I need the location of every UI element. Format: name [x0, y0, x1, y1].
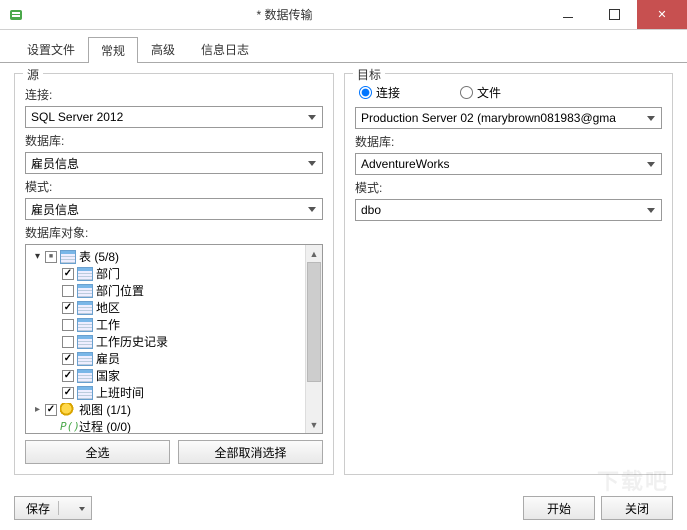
tab-advanced[interactable]: 高级	[138, 36, 188, 62]
table-icon	[77, 318, 93, 332]
table-icon	[77, 352, 93, 366]
tab-bar: 设置文件 常规 高级 信息日志	[0, 30, 687, 63]
table-icon	[77, 335, 93, 349]
source-connection-label: 连接:	[25, 86, 323, 103]
deselect-all-button[interactable]: 全部取消选择	[178, 440, 323, 464]
objects-tree: 表 (5/8) 部门 部门位置 地区 工作 工作历史记录 雇员 国家 上班时间 …	[25, 244, 323, 434]
expander-icon[interactable]	[32, 251, 43, 262]
tree-node-views[interactable]: 视图 (1/1)	[28, 401, 303, 418]
save-button[interactable]: 保存	[14, 496, 92, 520]
tree-node-table[interactable]: 部门位置	[28, 282, 303, 299]
checkbox[interactable]	[62, 285, 74, 297]
checkbox[interactable]	[62, 302, 74, 314]
tab-settings-file[interactable]: 设置文件	[14, 36, 88, 62]
target-schema-combo[interactable]: dbo	[355, 199, 662, 221]
checkbox[interactable]	[62, 268, 74, 280]
tree-node-tables[interactable]: 表 (5/8)	[28, 248, 303, 265]
checkbox[interactable]	[62, 336, 74, 348]
tree-scrollbar[interactable]	[305, 245, 322, 433]
source-database-label: 数据库:	[25, 132, 323, 149]
table-icon	[77, 301, 93, 315]
tree-node-procs[interactable]: P() 过程 (0/0)	[28, 418, 303, 433]
target-connection-combo[interactable]: Production Server 02 (marybrown081983@gm…	[355, 107, 662, 129]
window-title: * 数据传输	[24, 6, 545, 23]
close-button[interactable]: 关闭	[601, 496, 673, 520]
tree-node-table[interactable]: 雇员	[28, 350, 303, 367]
scroll-down-icon[interactable]	[306, 416, 322, 433]
start-button[interactable]: 开始	[523, 496, 595, 520]
maximize-button[interactable]	[591, 0, 637, 29]
scroll-up-icon[interactable]	[306, 245, 322, 262]
expander-spacer	[32, 421, 43, 432]
radio-connection-input[interactable]	[359, 86, 372, 99]
source-legend: 源	[23, 66, 43, 83]
target-database-combo[interactable]: AdventureWorks	[355, 153, 662, 175]
select-all-button[interactable]: 全选	[25, 440, 170, 464]
target-database-label: 数据库:	[355, 133, 662, 150]
target-legend: 目标	[353, 66, 385, 83]
tree-node-table[interactable]: 工作	[28, 316, 303, 333]
titlebar: * 数据传输	[0, 0, 687, 30]
table-icon	[77, 267, 93, 281]
tree-node-table[interactable]: 部门	[28, 265, 303, 282]
checkbox[interactable]	[62, 370, 74, 382]
minimize-button[interactable]	[545, 0, 591, 29]
source-database-combo[interactable]: 雇员信息	[25, 152, 323, 174]
scroll-thumb[interactable]	[307, 262, 321, 382]
table-group-icon	[60, 250, 76, 264]
table-icon	[77, 386, 93, 400]
checkbox[interactable]	[62, 353, 74, 365]
checkbox-views[interactable]	[45, 404, 57, 416]
view-group-icon	[60, 403, 76, 417]
footer: 保存 开始 关闭	[14, 496, 673, 520]
tab-log[interactable]: 信息日志	[188, 36, 262, 62]
target-panel: 目标 连接 文件 Production Server 02 (marybrown…	[344, 73, 673, 475]
target-radio-file[interactable]: 文件	[460, 84, 501, 101]
target-radio-connection[interactable]: 连接	[359, 84, 400, 101]
proc-group-icon: P()	[60, 420, 76, 434]
target-schema-label: 模式:	[355, 179, 662, 196]
window-controls	[545, 0, 687, 29]
tree-node-table[interactable]: 地区	[28, 299, 303, 316]
source-schema-combo[interactable]: 雇员信息	[25, 198, 323, 220]
checkbox[interactable]	[62, 387, 74, 399]
source-connection-combo[interactable]: SQL Server 2012	[25, 106, 323, 128]
app-icon	[8, 7, 24, 23]
close-window-button[interactable]	[637, 0, 687, 29]
dropdown-divider	[58, 501, 66, 515]
radio-file-input[interactable]	[460, 86, 473, 99]
tree-node-table[interactable]: 上班时间	[28, 384, 303, 401]
tree-node-table[interactable]: 工作历史记录	[28, 333, 303, 350]
expander-icon[interactable]	[32, 404, 43, 415]
table-icon	[77, 284, 93, 298]
source-panel: 源 连接: SQL Server 2012 数据库: 雇员信息 模式: 雇员信息…	[14, 73, 334, 475]
tree-node-table[interactable]: 国家	[28, 367, 303, 384]
checkbox-tables[interactable]	[45, 251, 57, 263]
source-objects-label: 数据库对象:	[25, 224, 323, 241]
table-icon	[77, 369, 93, 383]
checkbox[interactable]	[62, 319, 74, 331]
source-schema-label: 模式:	[25, 178, 323, 195]
tab-general[interactable]: 常规	[88, 37, 138, 63]
